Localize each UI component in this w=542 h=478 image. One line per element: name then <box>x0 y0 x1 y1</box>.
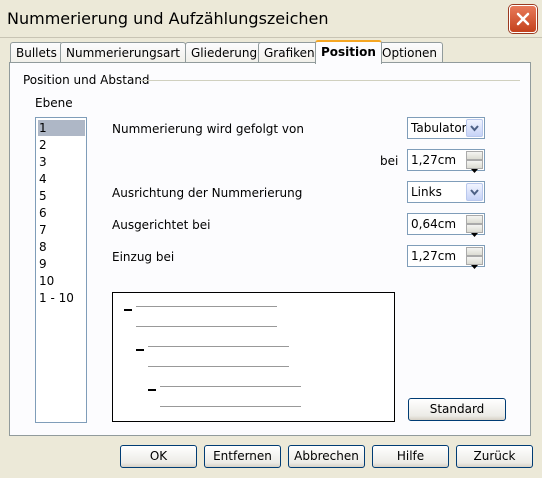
list-item[interactable]: 6 <box>38 205 85 221</box>
cancel-button[interactable]: Abbrechen <box>288 445 365 468</box>
tab-nummerierungsart[interactable]: Nummerierungsart <box>60 42 186 62</box>
tab-gliederung[interactable]: Gliederung <box>185 42 264 62</box>
spin-down-button[interactable] <box>466 224 483 237</box>
indent-at-value: 1,27cm <box>411 249 457 263</box>
aligned-at-label: Ausgerichtet bei <box>112 218 211 232</box>
list-item[interactable]: 3 <box>38 154 85 170</box>
arrow-down-icon <box>471 265 478 269</box>
close-button[interactable] <box>509 5 537 33</box>
window-title: Nummerierung und Aufzählungszeichen <box>7 9 329 28</box>
list-item[interactable]: 9 <box>38 256 85 272</box>
spin-down-button[interactable] <box>466 160 483 173</box>
aligned-at-spinfield[interactable]: 0,64cm <box>407 213 485 237</box>
list-item[interactable]: 10 <box>38 273 85 289</box>
followed-by-label: Nummerierung wird gefolgt von <box>112 122 304 136</box>
spin-up-button[interactable] <box>466 215 483 229</box>
list-item[interactable]: 8 <box>38 239 85 255</box>
group-title: Position und Abstand <box>23 73 154 87</box>
standard-button[interactable]: Standard <box>408 398 506 421</box>
spin-up-button[interactable] <box>466 151 483 165</box>
arrow-down-icon <box>471 169 478 173</box>
dropdown-button[interactable] <box>466 119 483 137</box>
list-item[interactable]: 7 <box>38 222 85 238</box>
remove-button[interactable]: Entfernen <box>204 445 281 468</box>
arrow-down-icon <box>471 233 478 237</box>
spin-down-button[interactable] <box>466 256 483 269</box>
tab-grafiken[interactable]: Grafiken <box>258 42 321 62</box>
indent-at-spinfield[interactable]: 1,27cm <box>407 245 485 269</box>
list-item[interactable]: 4 <box>38 171 85 187</box>
preview-illustration <box>124 306 301 407</box>
followed-by-select[interactable]: Tabulator <box>407 117 485 139</box>
at-spinfield[interactable]: 1,27cm <box>407 149 485 173</box>
group-divider <box>140 80 520 81</box>
back-button[interactable]: Zurück <box>456 445 533 468</box>
level-list[interactable]: 1 2 3 4 5 6 7 8 9 10 1 - 10 <box>35 117 87 423</box>
list-item[interactable]: 2 <box>38 137 85 153</box>
title-bar: Nummerierung und Aufzählungszeichen <box>0 0 542 38</box>
list-item[interactable]: 1 <box>38 120 85 136</box>
help-button[interactable]: Hilfe <box>372 445 449 468</box>
chevron-down-icon <box>470 125 479 132</box>
ok-button[interactable]: OK <box>120 445 197 468</box>
list-item[interactable]: 5 <box>38 188 85 204</box>
tab-bullets[interactable]: Bullets <box>10 42 63 62</box>
at-value: 1,27cm <box>411 153 457 167</box>
alignment-select[interactable]: Links <box>407 181 485 203</box>
tab-position[interactable]: Position <box>315 40 382 64</box>
aligned-at-value: 0,64cm <box>411 217 457 231</box>
list-item[interactable]: 1 - 10 <box>38 290 85 306</box>
close-icon <box>516 12 530 26</box>
dropdown-button[interactable] <box>466 183 483 201</box>
tab-optionen[interactable]: Optionen <box>376 42 444 62</box>
at-label: bei <box>380 154 399 168</box>
chevron-down-icon <box>470 189 479 196</box>
followed-by-value: Tabulator <box>411 121 467 135</box>
level-list-label: Ebene <box>35 96 73 110</box>
alignment-value: Links <box>411 185 442 199</box>
indent-at-label: Einzug bei <box>112 250 175 264</box>
preview-pane <box>112 292 395 422</box>
alignment-label: Ausrichtung der Nummerierung <box>112 186 303 200</box>
spin-up-button[interactable] <box>466 247 483 261</box>
